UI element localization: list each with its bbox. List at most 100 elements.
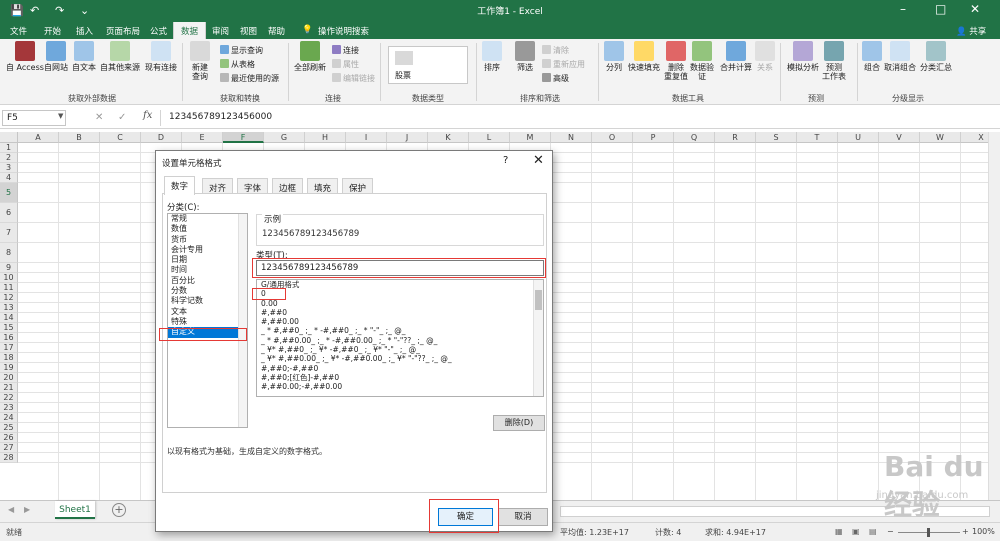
tab-data[interactable]: 数据 (173, 22, 207, 39)
format-code-item[interactable]: 0 (257, 289, 543, 298)
properties-button[interactable]: 属性 (332, 59, 359, 70)
clear-filter-button[interactable]: 清除 (542, 45, 569, 56)
save-icon[interactable]: 💾 (10, 3, 24, 18)
category-item[interactable]: 百分比 (168, 276, 247, 286)
column-header[interactable]: K (428, 132, 469, 143)
tab-formulas[interactable]: 公式 (150, 25, 167, 37)
column-header[interactable]: A (18, 132, 59, 143)
from-web-button[interactable]: 自网站 (44, 41, 68, 72)
zoom-slider-thumb[interactable] (927, 528, 930, 537)
cancel-entry-icon[interactable]: ✕ (95, 112, 103, 123)
stocks-gallery[interactable]: 股票 (388, 46, 468, 84)
tab-help[interactable]: 帮助 (268, 25, 285, 37)
format-code-item[interactable]: #,##0;-#,##0 (257, 364, 543, 373)
category-item[interactable]: 数值 (168, 224, 247, 234)
dialog-tab-fill[interactable]: 填充 (307, 178, 339, 194)
category-item[interactable]: 自定义 (168, 327, 247, 338)
format-code-item[interactable]: #,##0;[红色]-#,##0 (257, 373, 543, 382)
column-header[interactable]: I (346, 132, 387, 143)
column-header[interactable]: J (387, 132, 428, 143)
what-if-button[interactable]: 模拟分析 (787, 41, 819, 72)
column-header[interactable]: E (182, 132, 223, 143)
row-header[interactable]: 1 (0, 143, 18, 153)
text-to-columns-button[interactable]: 分列 (604, 41, 624, 72)
customize-qat-icon[interactable]: ⌄ (80, 3, 89, 18)
help-icon[interactable]: ? (503, 155, 508, 166)
normal-view-icon[interactable]: ▦ (835, 527, 843, 536)
remove-duplicates-button[interactable]: 删除 重复值 (664, 41, 688, 81)
ok-button[interactable]: 确定 (438, 508, 493, 526)
format-code-item[interactable]: #,##0.00 (257, 317, 543, 326)
column-header[interactable]: S (756, 132, 797, 143)
row-header[interactable]: 22 (0, 393, 18, 403)
tab-insert[interactable]: 插入 (76, 25, 93, 37)
row-header[interactable]: 18 (0, 353, 18, 363)
data-validation-button[interactable]: 数据验 证 (690, 41, 714, 81)
row-header[interactable]: 19 (0, 363, 18, 373)
maximize-button[interactable]: □ (935, 2, 946, 16)
dialog-tab-number[interactable]: 数字 (164, 176, 196, 195)
vertical-scrollbar[interactable] (988, 132, 1000, 500)
row-header[interactable]: 14 (0, 313, 18, 323)
format-list-scroll-thumb[interactable] (535, 290, 542, 310)
sort-button[interactable]: 排序 (482, 41, 502, 72)
row-header[interactable]: 3 (0, 163, 18, 173)
filter-button[interactable]: 筛选 (515, 41, 535, 72)
dialog-tab-border[interactable]: 边框 (272, 178, 304, 194)
zoom-in-icon[interactable]: + (962, 527, 969, 536)
connections-button[interactable]: 连接 (332, 45, 359, 56)
row-header[interactable]: 13 (0, 303, 18, 313)
row-header[interactable]: 11 (0, 283, 18, 293)
row-header[interactable]: 25 (0, 423, 18, 433)
column-header[interactable]: T (797, 132, 838, 143)
ungroup-button[interactable]: 取消组合 (884, 41, 916, 72)
format-code-item[interactable]: _ ¥* #,##0.00_ ;_ ¥* -#,##0.00_ ;_ ¥* "-… (257, 354, 543, 363)
column-header[interactable]: G (264, 132, 305, 143)
tab-page-layout[interactable]: 页面布局 (106, 25, 140, 37)
format-code-item[interactable]: _ ¥* #,##0_ ;_ ¥* -#,##0_ ;_ ¥* "-"_ ;_ … (257, 345, 543, 354)
page-layout-view-icon[interactable]: ▣ (852, 527, 860, 536)
row-header[interactable]: 20 (0, 373, 18, 383)
category-scrollbar[interactable] (238, 214, 247, 427)
cancel-button[interactable]: 取消 (498, 508, 548, 526)
row-header[interactable]: 8 (0, 243, 18, 263)
column-header[interactable]: N (551, 132, 592, 143)
row-header[interactable]: 16 (0, 333, 18, 343)
category-list[interactable]: 常规 数值 货币 会计专用 日期 时间 百分比 分数 科学记数 文本 特殊 自定义 (167, 213, 248, 428)
undo-icon[interactable]: ↶ (30, 3, 39, 18)
column-header[interactable]: P (633, 132, 674, 143)
insert-function-icon[interactable]: fx (143, 110, 152, 121)
column-header[interactable]: C (100, 132, 141, 143)
column-header[interactable]: L (469, 132, 510, 143)
tell-me-search[interactable]: 操作说明搜索 (318, 25, 369, 37)
row-header[interactable]: 10 (0, 273, 18, 283)
close-button[interactable]: ✕ (970, 2, 980, 16)
delete-format-button[interactable]: 删除(D) (493, 415, 545, 431)
category-item[interactable]: 特殊 (168, 317, 247, 327)
scroll-sheets-right-icon[interactable]: ▶ (24, 505, 30, 514)
sheet-tab-sheet1[interactable]: Sheet1 (55, 501, 95, 519)
row-header[interactable]: 24 (0, 413, 18, 423)
category-item[interactable]: 日期 (168, 255, 247, 265)
flash-fill-button[interactable]: 快速填充 (628, 41, 660, 72)
row-header[interactable]: 27 (0, 443, 18, 453)
select-all-corner[interactable] (0, 132, 18, 143)
column-header[interactable]: O (592, 132, 633, 143)
column-header[interactable]: F (223, 132, 264, 143)
consolidate-button[interactable]: 合并计算 (720, 41, 752, 72)
refresh-all-button[interactable]: 全部刷新 (294, 41, 326, 72)
column-header[interactable]: U (838, 132, 879, 143)
row-header[interactable]: 23 (0, 403, 18, 413)
format-list-scrollbar[interactable] (533, 280, 543, 396)
row-header[interactable]: 5 (0, 183, 18, 203)
dialog-tab-protection[interactable]: 保护 (342, 178, 374, 194)
scroll-sheets-left-icon[interactable]: ◀ (8, 505, 14, 514)
dialog-tab-font[interactable]: 字体 (237, 178, 269, 194)
minimize-button[interactable]: – (900, 2, 906, 16)
show-queries-button[interactable]: 显示查询 (220, 45, 263, 56)
row-header[interactable]: 2 (0, 153, 18, 163)
enter-entry-icon[interactable]: ✓ (118, 112, 126, 123)
from-text-button[interactable]: 自文本 (72, 41, 96, 72)
zoom-level[interactable]: 100% (972, 527, 995, 536)
category-item[interactable]: 会计专用 (168, 245, 247, 255)
